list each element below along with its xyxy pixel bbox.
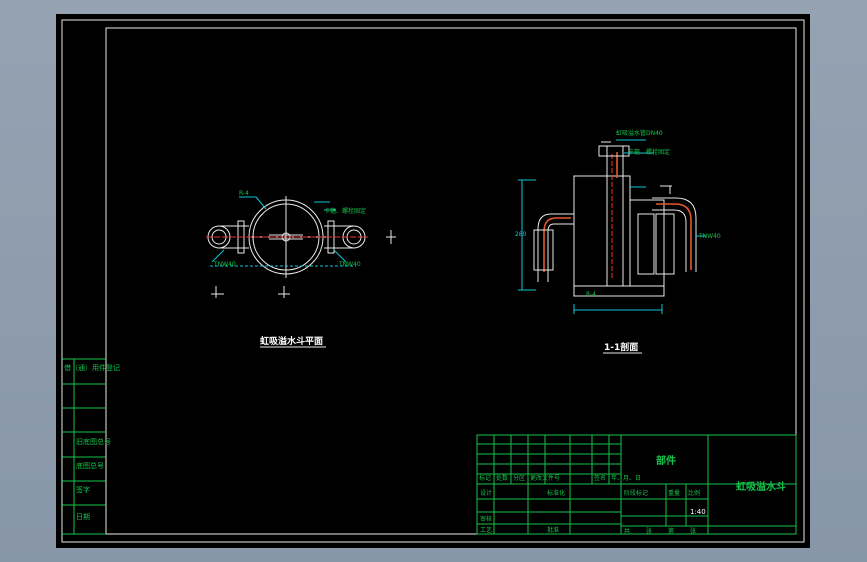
- approve-label: 批准: [547, 526, 559, 534]
- row-label-3: 更改文件号: [530, 474, 560, 482]
- title-block: 部件 虹吸溢水斗 1:40 标记 处数 分区 更改文件号 签名 年、月、日 设计…: [476, 434, 797, 535]
- side-panel: 借（通）用件登记 旧底图总号 底图总号 签字 日期: [62, 358, 120, 535]
- inner-border: [105, 27, 797, 535]
- side-label-5: 日期: [76, 513, 90, 521]
- section-pipe-label: TNW40: [698, 233, 721, 240]
- row-label-4: 签名: [594, 474, 606, 482]
- design-label: 设计: [480, 489, 492, 497]
- row-label-1: 处数: [496, 474, 508, 482]
- plan-title: 虹吸溢水斗平面: [260, 335, 323, 347]
- row-label-5: 年、月、日: [611, 474, 641, 482]
- side-label-0: 借（通）用件登记: [64, 363, 120, 372]
- section-title: 1-1剖面: [604, 341, 638, 353]
- sheet-label-1: 张: [646, 527, 652, 535]
- side-label-2: 旧底图总号: [76, 437, 111, 446]
- craft-label: 工艺: [480, 526, 492, 534]
- scale-value: 1:40: [690, 508, 706, 516]
- plan-pipe-label-left: TNW40: [213, 261, 236, 268]
- side-label-4: 签字: [76, 485, 90, 494]
- part-label: 部件: [656, 454, 676, 467]
- row-label-2: 分区: [513, 474, 525, 482]
- outer-border: [61, 19, 805, 543]
- stage-header-1: 重量: [668, 489, 680, 497]
- stage-header-0: 阶段标记: [624, 489, 648, 497]
- cad-viewport[interactable]: 借（通）用件登记 旧底图总号 底图总号 签字 日期 R-4 卡箍、螺栓固定 TN…: [0, 0, 867, 562]
- section-dim-left: 280: [515, 231, 527, 238]
- standard-label: 标准化: [547, 489, 565, 497]
- section-top-callout: 虹吸溢水管DN40: [616, 129, 663, 137]
- row-label-0: 标记: [479, 474, 491, 482]
- drawing-canvas: 借（通）用件登记 旧底图总号 底图总号 签字 日期 R-4 卡箍、螺栓固定 TN…: [61, 19, 805, 543]
- sheet-label-2: 第: [668, 527, 674, 535]
- side-label-3: 底图总号: [76, 461, 104, 470]
- section-base-label: R-4: [586, 291, 596, 298]
- stage-header-2: 比例: [688, 489, 700, 497]
- section-body: [573, 175, 631, 287]
- plan-view: R-4 卡箍、螺栓固定 TNW40 TNW40 虹吸溢水斗平面: [206, 190, 396, 348]
- plan-radius-label: R-4: [239, 190, 249, 197]
- review-label: 审核: [480, 515, 492, 523]
- sheet-label-0: 共: [624, 527, 630, 535]
- section-view: 虹吸溢水管DN40 卡箍、螺栓固定 TNW40 280 R-4 1-1剖面: [515, 129, 721, 354]
- section-callout: 卡箍、螺栓固定: [628, 148, 670, 156]
- sheet-label-3: 张: [690, 527, 696, 535]
- drawing-sheet[interactable]: 借（通）用件登记 旧底图总号 底图总号 签字 日期 R-4 卡箍、螺栓固定 TN…: [56, 14, 810, 548]
- plan-pipe-label-right: TNW40: [338, 261, 361, 268]
- plan-callout: 卡箍、螺栓固定: [324, 207, 366, 215]
- drawing-name: 虹吸溢水斗: [736, 480, 786, 493]
